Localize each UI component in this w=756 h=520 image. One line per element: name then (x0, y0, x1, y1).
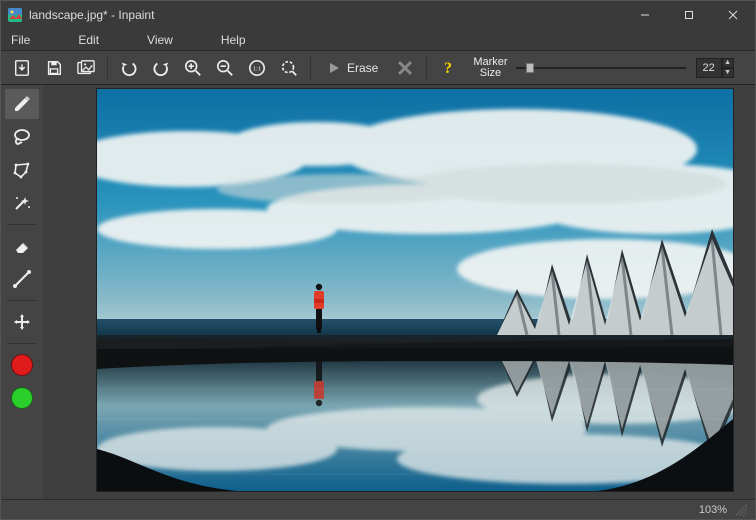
mask-remove-color-button[interactable] (5, 350, 39, 380)
cancel-button[interactable] (390, 54, 420, 82)
zoom-in-icon (184, 59, 202, 77)
download-icon (13, 59, 31, 77)
polygon-icon (12, 160, 32, 180)
toolbar-separator (426, 56, 427, 80)
app-window: landscape.jpg* - Inpaint File Edit View … (0, 0, 756, 520)
tool-sidebar (1, 85, 43, 499)
play-icon (327, 61, 341, 75)
landscape-image (97, 89, 733, 491)
marker-tool-button[interactable] (5, 89, 39, 119)
undo-button[interactable] (114, 54, 144, 82)
editor-body (1, 85, 755, 499)
erase-label: Erase (347, 61, 378, 75)
redo-icon (151, 59, 171, 77)
menu-help[interactable]: Help (215, 31, 252, 49)
tool-separator (7, 300, 37, 301)
zoom-out-icon (216, 59, 234, 77)
zoom-in-button[interactable] (178, 54, 208, 82)
spinner-up-button[interactable]: ▲ (722, 58, 734, 68)
move-icon (12, 312, 32, 332)
lasso-icon (12, 127, 32, 147)
marker-size-slider[interactable] (516, 61, 686, 75)
svg-text:?: ? (444, 60, 452, 77)
maximize-button[interactable] (667, 1, 711, 29)
cancel-icon (397, 60, 413, 76)
mask-donor-color-button[interactable] (5, 383, 39, 413)
close-button[interactable] (711, 1, 755, 29)
menu-bar: File Edit View Help (1, 29, 755, 51)
magic-wand-tool-button[interactable] (5, 188, 39, 218)
zoom-level: 103% (699, 504, 727, 516)
menu-view[interactable]: View (141, 31, 179, 49)
slider-thumb[interactable] (526, 63, 534, 73)
minimize-button[interactable] (623, 1, 667, 29)
erase-button[interactable]: Erase (317, 54, 388, 82)
tool-separator (7, 343, 37, 344)
save-icon (45, 59, 63, 77)
slider-track (516, 67, 686, 69)
menu-edit[interactable]: Edit (72, 31, 105, 49)
tool-separator (7, 224, 37, 225)
red-color-dot (11, 354, 33, 376)
magic-wand-icon (12, 193, 32, 213)
canvas-area (43, 85, 755, 499)
title-bar[interactable]: landscape.jpg* - Inpaint (1, 1, 755, 29)
marker-icon (12, 94, 32, 114)
polygon-tool-button[interactable] (5, 155, 39, 185)
question-icon: ? (440, 59, 456, 77)
zoom-1to1-icon: 1:1 (247, 59, 267, 77)
eraser-icon (12, 236, 32, 256)
zoom-original-button[interactable]: 1:1 (242, 54, 272, 82)
toolbar-separator (107, 56, 108, 80)
save-button[interactable] (39, 54, 69, 82)
line-icon (12, 269, 32, 289)
move-tool-button[interactable] (5, 307, 39, 337)
zoom-out-button[interactable] (210, 54, 240, 82)
spinner-down-button[interactable]: ▼ (722, 68, 734, 78)
window-title: landscape.jpg* - Inpaint (29, 8, 154, 22)
help-button[interactable]: ? (433, 54, 463, 82)
green-color-dot (11, 387, 33, 409)
marker-size-input[interactable] (696, 58, 722, 78)
image-canvas[interactable] (97, 89, 733, 491)
undo-icon (119, 59, 139, 77)
app-icon (7, 7, 23, 23)
toolbar-separator (310, 56, 311, 80)
eraser-tool-button[interactable] (5, 231, 39, 261)
marker-size-spinner[interactable]: ▲ ▼ (696, 58, 734, 78)
resize-grip[interactable] (735, 504, 747, 516)
status-bar: 103% (1, 499, 755, 519)
zoom-fit-button[interactable] (274, 54, 304, 82)
marker-size-label: Marker Size (473, 57, 507, 79)
menu-file[interactable]: File (5, 31, 36, 49)
lasso-tool-button[interactable] (5, 122, 39, 152)
redo-button[interactable] (146, 54, 176, 82)
open-button[interactable] (7, 54, 37, 82)
zoom-fit-icon (280, 59, 298, 77)
guide-line-tool-button[interactable] (5, 264, 39, 294)
main-toolbar: 1:1 Erase ? Marker Size ▲ ▼ (1, 51, 755, 85)
batch-button[interactable] (71, 54, 101, 82)
svg-text:1:1: 1:1 (253, 65, 261, 72)
batch-icon (76, 59, 96, 77)
